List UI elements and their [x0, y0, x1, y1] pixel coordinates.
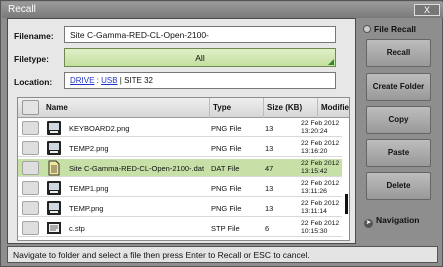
file-name: TEMP.png — [69, 204, 104, 213]
status-bar: Navigate to folder and select a file the… — [7, 246, 438, 263]
file-modified-date: 22 Feb 2012 — [301, 140, 340, 147]
file-name: Site C-Gamma-RED-CL-Open-2100-.dat — [69, 164, 205, 173]
table-row[interactable]: TEMP1.png PNG File 13 22 Feb 2012 13:11:26 — [18, 179, 342, 197]
file-modified: 22 Feb 2012 13:15:42 — [301, 160, 339, 176]
file-browser-panel: Filename: Site C-Gamma-RED-CL-Open-2100-… — [7, 18, 356, 244]
navigation-toggle[interactable]: ➤ Navigation — [364, 215, 419, 228]
file-size: 47 — [265, 164, 274, 173]
filetype-dropdown[interactable]: All — [64, 48, 336, 67]
file-size: 13 — [265, 184, 274, 193]
close-button[interactable]: X — [414, 4, 440, 16]
file-modified-time: 13:11:26 — [301, 188, 327, 195]
recall-button[interactable]: Recall — [366, 39, 431, 67]
title-bar: Recall X — [2, 2, 443, 18]
file-size: 13 — [265, 144, 274, 153]
file-modified-date: 22 Feb 2012 — [301, 160, 340, 167]
file-type: PNG File — [211, 184, 242, 193]
copy-button[interactable]: Copy — [366, 106, 431, 134]
file-modified-time: 13:16:20 — [301, 148, 328, 155]
image-file-icon — [46, 180, 62, 196]
dropdown-corner-icon — [328, 59, 334, 65]
column-header-name[interactable]: Name — [43, 98, 210, 118]
file-list: Name Type Size (KB) Modified KEYBOARD2.p… — [17, 97, 350, 241]
create-folder-button[interactable]: Create Folder — [366, 73, 431, 101]
select-all-checkbox[interactable] — [22, 100, 39, 115]
vertical-scrollbar[interactable] — [343, 119, 349, 240]
recall-dialog: Recall X Filename: Site C-Gamma-RED-CL-O… — [0, 0, 443, 267]
row-checkbox[interactable] — [22, 201, 39, 215]
file-recall-radio[interactable]: File Recall — [363, 24, 416, 34]
table-row[interactable]: KEYBOARD2.png PNG File 13 22 Feb 2012 13:20:… — [18, 119, 342, 137]
image-file-icon — [46, 120, 62, 136]
file-modified: 22 Feb 2012 13:11:26 — [301, 180, 339, 196]
breadcrumb-usb-link[interactable]: USB — [101, 76, 117, 85]
row-checkbox[interactable] — [22, 161, 39, 175]
file-modified: 22 Feb 2012 13:16:20 — [301, 140, 339, 156]
breadcrumb-drive-link[interactable]: DRIVE — [70, 76, 94, 85]
setup-file-icon — [46, 220, 62, 236]
file-type: STP File — [211, 224, 240, 233]
file-modified: 22 Feb 2012 13:20:24 — [301, 120, 339, 136]
table-row[interactable]: TEMP.png PNG File 13 22 Feb 2012 13:11:14 — [18, 199, 342, 217]
paste-button[interactable]: Paste — [366, 139, 431, 167]
row-checkbox[interactable] — [22, 141, 39, 155]
status-text: Navigate to folder and select a file the… — [13, 250, 310, 260]
filename-input[interactable]: Site C-Gamma-RED-CL-Open-2100- — [64, 26, 336, 43]
row-checkbox[interactable] — [22, 221, 39, 235]
image-file-icon — [46, 200, 62, 216]
file-modified-time: 10:15:30 — [301, 228, 328, 235]
file-modified-date: 22 Feb 2012 — [301, 120, 340, 127]
file-modified-time: 13:11:14 — [301, 208, 327, 215]
data-file-icon — [46, 160, 62, 176]
file-list-header: Name Type Size (KB) Modified — [18, 98, 349, 118]
file-modified: 22 Feb 2012 13:11:14 — [301, 200, 339, 216]
window-title: Recall — [8, 4, 36, 15]
radio-indicator-icon — [363, 25, 371, 33]
file-name: KEYBOARD2.png — [69, 124, 130, 133]
delete-button[interactable]: Delete — [366, 172, 431, 200]
file-modified-time: 13:15:42 — [301, 168, 328, 175]
navigation-arrow-icon: ➤ — [364, 219, 373, 228]
file-name: TEMP1.png — [69, 184, 109, 193]
file-name: c.stp — [69, 224, 85, 233]
file-recall-radio-label: File Recall — [374, 24, 417, 34]
file-type: DAT File — [211, 164, 240, 173]
file-modified-date: 22 Feb 2012 — [301, 200, 340, 207]
row-checkbox[interactable] — [22, 181, 39, 195]
file-modified-date: 22 Feb 2012 — [301, 180, 340, 187]
file-modified: 22 Feb 2012 10:15:30 — [301, 220, 339, 236]
column-header-size[interactable]: Size (KB) — [263, 98, 317, 118]
location-breadcrumb: DRIVE : USB | SITE 32 — [64, 72, 336, 89]
filetype-label: Filetype: — [14, 54, 49, 64]
file-modified-date: 22 Feb 2012 — [301, 220, 340, 227]
column-header-modified[interactable]: Modified — [317, 98, 349, 118]
navigation-label: Navigation — [376, 215, 420, 225]
file-name: TEMP2.png — [69, 144, 109, 153]
table-row[interactable]: TEMP2.png PNG File 13 22 Feb 2012 13:16:20 — [18, 139, 342, 157]
breadcrumb-current-folder: | SITE 32 — [117, 76, 154, 85]
file-modified-time: 13:20:24 — [301, 128, 328, 135]
table-row[interactable]: c.stp STP File 6 22 Feb 2012 10:15:30 — [18, 219, 342, 237]
file-type: PNG File — [211, 204, 242, 213]
file-size: 6 — [265, 224, 270, 233]
file-size: 13 — [265, 204, 274, 213]
row-checkbox[interactable] — [22, 121, 39, 135]
image-file-icon — [46, 140, 62, 156]
column-header-modified-label: Modified — [321, 103, 349, 112]
scrollbar-thumb[interactable] — [345, 194, 348, 214]
location-label: Location: — [14, 77, 53, 87]
file-size: 13 — [265, 124, 274, 133]
column-header-type[interactable]: Type — [209, 98, 263, 118]
filetype-value: All — [195, 53, 205, 63]
table-row[interactable]: Site C-Gamma-RED-CL-Open-2100-.dat DAT Fi… — [18, 159, 342, 177]
filename-label: Filename: — [14, 31, 54, 41]
file-type: PNG File — [211, 124, 242, 133]
file-type: PNG File — [211, 144, 242, 153]
